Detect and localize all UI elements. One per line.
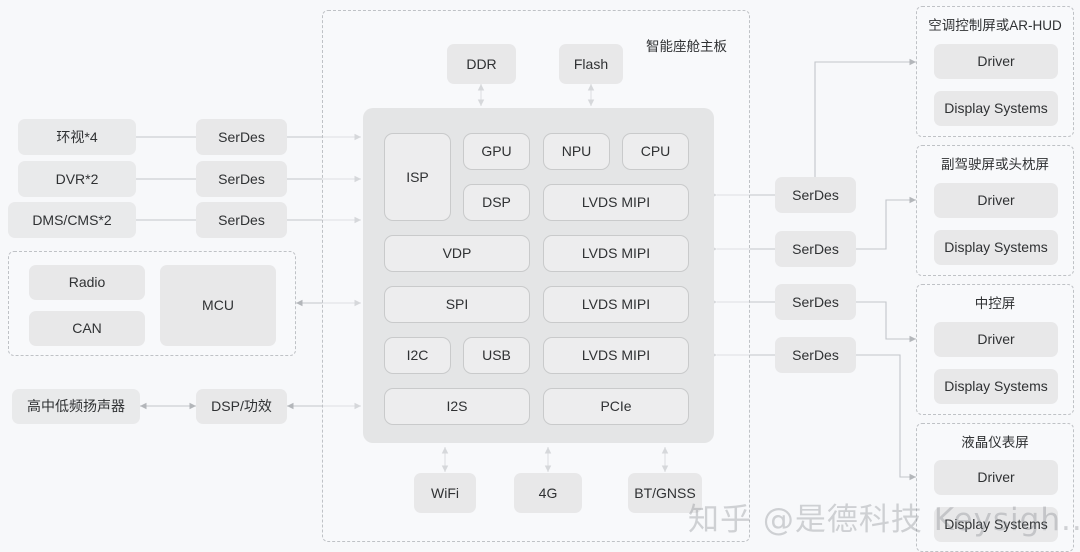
dsp-amp-label: DSP/功效 bbox=[211, 398, 272, 415]
right-serdes-2[interactable]: SerDes bbox=[775, 231, 856, 267]
can-label: CAN bbox=[72, 320, 102, 337]
left-serdes-2[interactable]: SerDes bbox=[196, 161, 287, 197]
display-systems-block-passenger[interactable]: Display Systems bbox=[934, 230, 1058, 265]
input-block-dvr[interactable]: DVR*2 bbox=[18, 161, 136, 197]
driver-label: Driver bbox=[977, 53, 1015, 70]
usb-label: USB bbox=[482, 347, 511, 364]
mcu-label: MCU bbox=[202, 297, 234, 314]
isp-block[interactable]: ISP bbox=[384, 133, 451, 221]
display-panel-title: 副驾驶屏或头枕屏 bbox=[941, 157, 1049, 172]
cellular-4g-block[interactable]: 4G bbox=[514, 473, 582, 513]
lvds-mipi-block-4[interactable]: LVDS MIPI bbox=[543, 337, 689, 374]
watermark: 知乎 @是德科技 Keysigh... bbox=[688, 502, 1080, 538]
isp-label: ISP bbox=[406, 168, 429, 185]
display-panel-title: 中控屏 bbox=[974, 296, 1016, 311]
dsp-block[interactable]: DSP bbox=[463, 184, 530, 221]
dsp-amp-block[interactable]: DSP/功效 bbox=[196, 389, 287, 424]
serdes-label: SerDes bbox=[218, 211, 265, 228]
npu-label: NPU bbox=[561, 143, 592, 160]
serdes-label: SerDes bbox=[792, 240, 839, 257]
left-serdes-1[interactable]: SerDes bbox=[196, 119, 287, 155]
lvds-mipi-label: LVDS MIPI bbox=[581, 245, 651, 262]
right-serdes-3[interactable]: SerDes bbox=[775, 284, 856, 320]
flash-block[interactable]: Flash bbox=[559, 44, 623, 84]
driver-block-instrument-cluster[interactable]: Driver bbox=[934, 460, 1058, 495]
wifi-block[interactable]: WiFi bbox=[414, 473, 476, 513]
display-systems-block-ar-hud[interactable]: Display Systems bbox=[934, 91, 1058, 126]
serdes-label: SerDes bbox=[218, 170, 265, 187]
pcie-label: PCIe bbox=[600, 398, 632, 415]
display-panel-title: 液晶仪表屏 bbox=[961, 435, 1029, 450]
lvds-mipi-label: LVDS MIPI bbox=[581, 194, 651, 211]
cellular-4g-label: 4G bbox=[538, 484, 558, 501]
display-systems-label: Display Systems bbox=[944, 239, 1048, 256]
bt-gnss-label: BT/GNSS bbox=[634, 484, 696, 501]
lvds-mipi-block-2[interactable]: LVDS MIPI bbox=[543, 235, 689, 272]
driver-block-ar-hud[interactable]: Driver bbox=[934, 44, 1058, 79]
i2c-label: I2C bbox=[406, 347, 429, 364]
usb-block[interactable]: USB bbox=[463, 337, 530, 374]
radio-label: Radio bbox=[68, 274, 106, 291]
vdp-block[interactable]: VDP bbox=[384, 235, 530, 272]
vdp-label: VDP bbox=[442, 245, 472, 262]
lvds-mipi-block-3[interactable]: LVDS MIPI bbox=[543, 286, 689, 323]
input-block-surround-view[interactable]: 环视*4 bbox=[18, 119, 136, 155]
flash-label: Flash bbox=[573, 55, 609, 72]
serdes-label: SerDes bbox=[218, 128, 265, 145]
driver-label: Driver bbox=[977, 331, 1015, 348]
pcie-block[interactable]: PCIe bbox=[543, 388, 689, 425]
display-systems-label: Display Systems bbox=[944, 378, 1048, 395]
can-block[interactable]: CAN bbox=[29, 311, 145, 346]
display-systems-block-center-console[interactable]: Display Systems bbox=[934, 369, 1058, 404]
radio-block[interactable]: Radio bbox=[29, 265, 145, 300]
diagram-canvas: 环视*4 DVR*2 DMS/CMS*2 SerDes SerDes SerDe… bbox=[0, 0, 1080, 552]
input-label: DVR*2 bbox=[55, 170, 99, 187]
right-serdes-4[interactable]: SerDes bbox=[775, 337, 856, 373]
driver-block-center-console[interactable]: Driver bbox=[934, 322, 1058, 357]
driver-label: Driver bbox=[977, 469, 1015, 486]
speaker-block[interactable]: 高中低频扬声器 bbox=[12, 389, 140, 424]
npu-block[interactable]: NPU bbox=[543, 133, 610, 170]
gpu-block[interactable]: GPU bbox=[463, 133, 530, 170]
serdes-label: SerDes bbox=[792, 293, 839, 310]
input-label: DMS/CMS*2 bbox=[32, 211, 112, 228]
speaker-label: 高中低频扬声器 bbox=[27, 398, 125, 415]
i2s-label: I2S bbox=[446, 398, 468, 415]
driver-label: Driver bbox=[977, 192, 1015, 209]
wifi-label: WiFi bbox=[431, 484, 459, 501]
i2s-block[interactable]: I2S bbox=[384, 388, 530, 425]
left-serdes-3[interactable]: SerDes bbox=[196, 202, 287, 238]
right-serdes-1[interactable]: SerDes bbox=[775, 177, 856, 213]
serdes-label: SerDes bbox=[792, 186, 839, 203]
lvds-mipi-block-1[interactable]: LVDS MIPI bbox=[543, 184, 689, 221]
spi-label: SPI bbox=[445, 296, 469, 313]
lvds-mipi-label: LVDS MIPI bbox=[581, 347, 651, 364]
input-label: 环视*4 bbox=[56, 128, 98, 145]
serdes-label: SerDes bbox=[792, 346, 839, 363]
ddr-label: DDR bbox=[466, 55, 497, 72]
cpu-block[interactable]: CPU bbox=[622, 133, 689, 170]
display-systems-label: Display Systems bbox=[944, 100, 1048, 117]
cpu-label: CPU bbox=[640, 143, 671, 160]
driver-block-passenger[interactable]: Driver bbox=[934, 183, 1058, 218]
dsp-label: DSP bbox=[482, 194, 511, 211]
ddr-block[interactable]: DDR bbox=[447, 44, 516, 84]
gpu-label: GPU bbox=[481, 143, 512, 160]
i2c-block[interactable]: I2C bbox=[384, 337, 451, 374]
display-panel-title: 空调控制屏或AR-HUD bbox=[928, 18, 1062, 33]
spi-block[interactable]: SPI bbox=[384, 286, 530, 323]
lvds-mipi-label: LVDS MIPI bbox=[581, 296, 651, 313]
input-block-dms-cms[interactable]: DMS/CMS*2 bbox=[8, 202, 136, 238]
mcu-block[interactable]: MCU bbox=[160, 265, 276, 346]
mainboard-title: 智能座舱主板 bbox=[646, 39, 727, 54]
